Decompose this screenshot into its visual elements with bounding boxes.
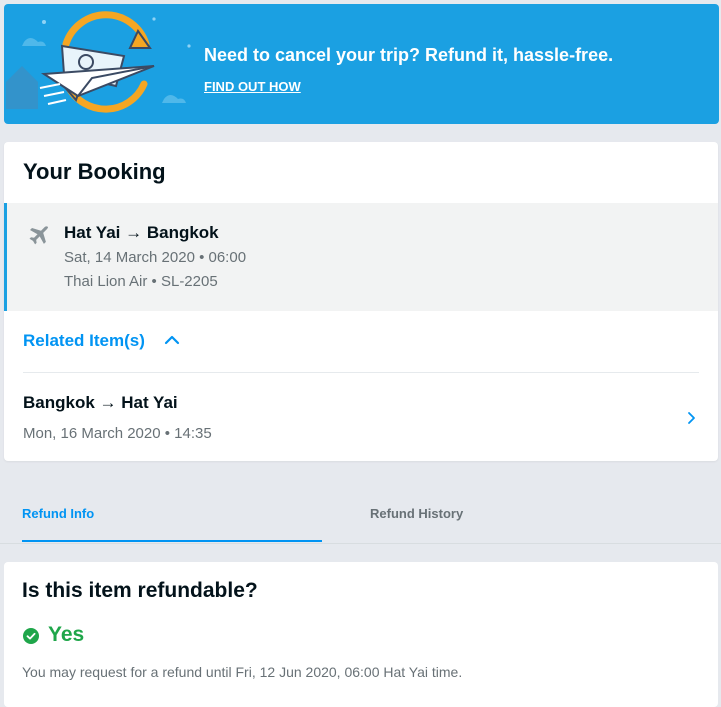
plane-icon <box>29 226 49 245</box>
tab-refund-info[interactable]: Refund Info <box>22 506 94 521</box>
find-out-how-link[interactable]: FIND OUT HOW <box>204 79 301 94</box>
booking-card: Your Booking Hat Yai → Bangkok Sat, 14 M… <box>4 142 718 461</box>
booking-title: Your Booking <box>23 159 166 184</box>
related-datetime: Mon, 16 March 2020 • 14:35 <box>23 425 212 442</box>
booking-route: Hat Yai → Bangkok <box>64 223 219 242</box>
refundable-answer: Yes <box>48 623 85 646</box>
refund-plane-illustration-icon <box>6 11 191 113</box>
related-route: Bangkok → Hat Yai <box>23 393 178 412</box>
refund-info-card: Is this item refundable? Yes You may req… <box>4 562 718 707</box>
refund-banner: Need to cancel your trip? Refund it, has… <box>4 4 719 124</box>
refund-deadline-note: You may request for a refund until Fri, … <box>22 664 463 680</box>
tabs-divider <box>0 543 721 544</box>
refundable-question: Is this item refundable? <box>22 579 258 602</box>
related-items-toggle[interactable]: Related Item(s) <box>23 331 145 351</box>
chevron-right-icon[interactable] <box>686 411 696 425</box>
booking-flight: Thai Lion Air • SL-2205 <box>64 273 218 290</box>
tab-refund-history[interactable]: Refund History <box>370 506 463 521</box>
check-circle-icon <box>23 628 39 644</box>
refund-tabs: Refund Info Refund History <box>0 490 721 544</box>
banner-title: Need to cancel your trip? Refund it, has… <box>204 45 614 65</box>
booking-item: Hat Yai → Bangkok Sat, 14 March 2020 • 0… <box>4 203 718 311</box>
related-item-row[interactable]: Bangkok → Hat Yai Mon, 16 March 2020 • 1… <box>4 373 718 461</box>
chevron-up-icon[interactable] <box>164 334 180 346</box>
active-tab-indicator <box>22 540 322 542</box>
booking-datetime: Sat, 14 March 2020 • 06:00 <box>64 249 247 266</box>
